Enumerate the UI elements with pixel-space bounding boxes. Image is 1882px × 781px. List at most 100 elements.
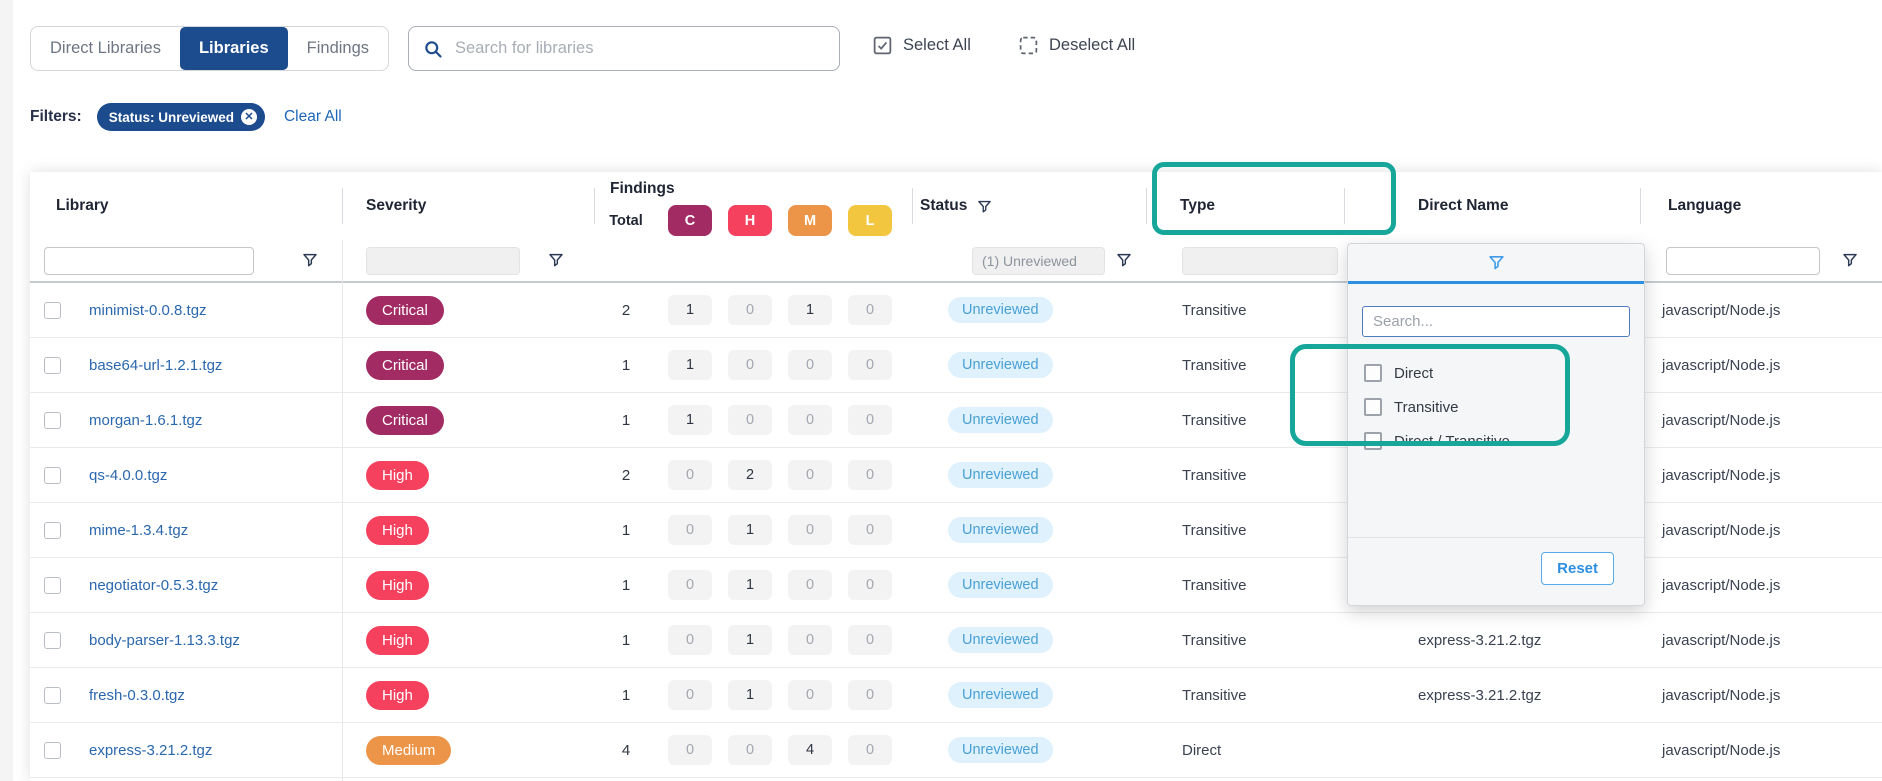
remove-filter-icon[interactable]: ✕ [241, 109, 257, 125]
severity-cell: Critical [342, 393, 594, 447]
library-link[interactable]: body-parser-1.13.3.tgz [89, 632, 240, 649]
language-cell: javascript/Node.js [1640, 393, 1882, 447]
language-filter-input[interactable] [1666, 247, 1820, 275]
reset-button[interactable]: Reset [1541, 552, 1614, 585]
status-filter-input[interactable] [972, 247, 1105, 275]
findings-cell: 1 0 1 0 0 [594, 668, 912, 722]
dashed-square-icon [1018, 35, 1039, 56]
findings-cell: 2 0 2 0 0 [594, 448, 912, 502]
status-filter-funnel-icon[interactable] [977, 199, 992, 214]
row-checkbox[interactable] [44, 467, 61, 484]
row-checkbox[interactable] [44, 522, 61, 539]
library-search-box [408, 26, 840, 71]
critical-count: 1 [668, 295, 712, 325]
clear-all-filters-link[interactable]: Clear All [284, 108, 342, 126]
library-link[interactable]: minimist-0.0.8.tgz [89, 302, 207, 319]
medium-count: 0 [788, 460, 832, 490]
search-input[interactable] [455, 39, 825, 58]
status-cell: Unreviewed [912, 503, 1146, 557]
library-filter-input[interactable] [44, 247, 254, 275]
status-cell: Unreviewed [912, 448, 1146, 502]
low-count: 0 [848, 570, 892, 600]
library-cell: minimist-0.0.8.tgz [30, 283, 342, 337]
findings-total-value: 2 [600, 302, 652, 319]
type-option-direct[interactable]: Direct [1364, 356, 1510, 390]
tab-libraries[interactable]: Libraries [180, 27, 288, 70]
checkbox-icon[interactable] [1364, 398, 1382, 416]
library-link[interactable]: negotiator-0.5.3.tgz [89, 577, 218, 594]
library-link[interactable]: morgan-1.6.1.tgz [89, 412, 202, 429]
checkbox-icon[interactable] [1364, 364, 1382, 382]
high-count: 2 [728, 460, 772, 490]
library-link[interactable]: qs-4.0.0.tgz [89, 467, 167, 484]
type-cell: Transitive [1146, 393, 1344, 447]
table-row: fresh-0.3.0.tgz High 1 0 1 0 0 Unreviewe… [30, 668, 1882, 723]
severity-badge: High [366, 681, 429, 710]
low-count: 0 [848, 295, 892, 325]
row-checkbox[interactable] [44, 412, 61, 429]
findings-total-value: 1 [600, 577, 652, 594]
severity-badge: Medium [366, 736, 451, 765]
findings-badge-m: M [788, 205, 832, 236]
row-checkbox[interactable] [44, 687, 61, 704]
type-cell: Direct [1146, 723, 1344, 777]
tab-findings[interactable]: Findings [288, 27, 388, 70]
header-separator [1344, 188, 1345, 224]
select-all-label: Select All [903, 36, 971, 55]
type-option-transitive[interactable]: Transitive [1364, 390, 1510, 424]
select-all-button[interactable]: Select All [872, 35, 971, 56]
type-filter-input[interactable] [1182, 247, 1338, 275]
low-count: 0 [848, 350, 892, 380]
type-cell: Transitive [1146, 668, 1344, 722]
status-badge: Unreviewed [948, 462, 1053, 488]
library-link[interactable]: mime-1.3.4.tgz [89, 522, 188, 539]
column-header-status: Status [920, 172, 992, 240]
library-filter-funnel-icon[interactable] [302, 252, 318, 268]
library-cell: negotiator-0.5.3.tgz [30, 558, 342, 612]
type-cell: Transitive [1146, 558, 1344, 612]
library-cell: mime-1.3.4.tgz [30, 503, 342, 557]
library-link[interactable]: fresh-0.3.0.tgz [89, 687, 185, 704]
language-cell: javascript/Node.js [1640, 448, 1882, 502]
status-cell: Unreviewed [912, 283, 1146, 337]
low-count: 0 [848, 625, 892, 655]
critical-count: 0 [668, 570, 712, 600]
medium-count: 4 [788, 735, 832, 765]
library-link[interactable]: express-3.21.2.tgz [89, 742, 212, 759]
low-count: 0 [848, 735, 892, 765]
medium-count: 0 [788, 515, 832, 545]
deselect-all-label: Deselect All [1049, 36, 1135, 55]
status-filter-funnel-icon[interactable] [1116, 252, 1132, 268]
high-count: 0 [728, 350, 772, 380]
direct-name-cell: express-3.21.2.tgz [1344, 668, 1640, 722]
language-cell: javascript/Node.js [1640, 338, 1882, 392]
checkbox-icon[interactable] [1364, 432, 1382, 450]
type-filter-search-input[interactable] [1362, 306, 1630, 337]
status-badge: Unreviewed [948, 297, 1053, 323]
type-option-direct-transitive[interactable]: Direct / Transitive [1364, 424, 1510, 458]
language-filter-funnel-icon[interactable] [1842, 252, 1858, 268]
findings-badge-h: H [728, 205, 772, 236]
funnel-icon[interactable] [1488, 254, 1505, 271]
severity-badge: High [366, 626, 429, 655]
type-filter-popup: DirectTransitiveDirect / Transitive Rese… [1347, 243, 1645, 606]
low-count: 0 [848, 460, 892, 490]
active-filters-bar: Filters: Status: Unreviewed ✕ Clear All [30, 103, 342, 131]
high-count: 1 [728, 570, 772, 600]
row-checkbox[interactable] [44, 302, 61, 319]
severity-filter-input[interactable] [366, 247, 520, 275]
row-checkbox[interactable] [44, 357, 61, 374]
deselect-all-button[interactable]: Deselect All [1018, 35, 1135, 56]
row-checkbox[interactable] [44, 632, 61, 649]
findings-cell: 1 1 0 0 0 [594, 338, 912, 392]
language-cell: javascript/Node.js [1640, 503, 1882, 557]
status-header-label: Status [920, 197, 967, 215]
severity-badge: Critical [366, 296, 444, 325]
library-link[interactable]: base64-url-1.2.1.tgz [89, 357, 222, 374]
row-checkbox[interactable] [44, 577, 61, 594]
tab-direct-libraries[interactable]: Direct Libraries [31, 27, 180, 70]
row-checkbox[interactable] [44, 742, 61, 759]
table-row: express-3.21.2.tgz Medium 4 0 0 4 0 Unre… [30, 723, 1882, 778]
severity-filter-funnel-icon[interactable] [548, 252, 564, 268]
findings-cell: 2 1 0 1 0 [594, 283, 912, 337]
